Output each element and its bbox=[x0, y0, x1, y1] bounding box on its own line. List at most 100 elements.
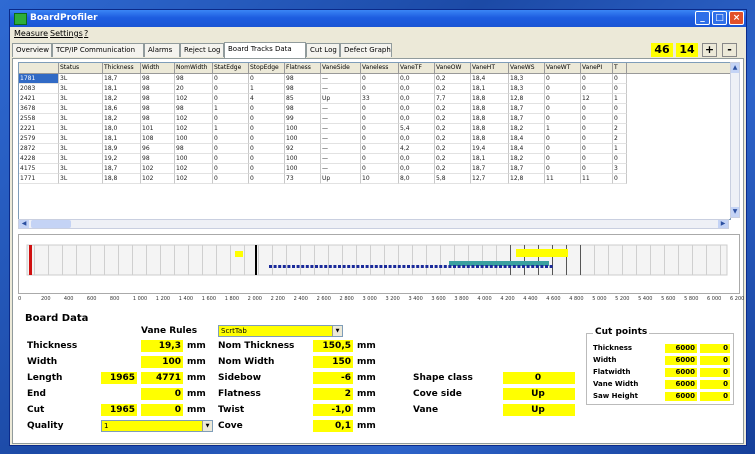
table-cell[interactable]: 100 bbox=[285, 124, 321, 134]
table-cell[interactable]: 0 bbox=[613, 154, 627, 164]
tab-defect-graph[interactable]: Defect Graph bbox=[340, 43, 392, 57]
table-cell[interactable]: 0 bbox=[249, 104, 285, 114]
table-cell[interactable]: 18,4 bbox=[509, 144, 545, 154]
tab-board-tracks-data[interactable]: Board Tracks Data bbox=[224, 42, 306, 58]
table-cell[interactable]: 98 bbox=[285, 74, 321, 84]
table-cell[interactable]: 0 bbox=[213, 134, 249, 144]
table-cell[interactable]: 0,0 bbox=[399, 104, 435, 114]
table-cell[interactable]: — bbox=[321, 154, 361, 164]
table-cell[interactable]: 10 bbox=[361, 174, 399, 184]
table-cell[interactable]: 98 bbox=[141, 74, 175, 84]
table-cell[interactable]: 0 bbox=[213, 94, 249, 104]
table-cell[interactable]: 0 bbox=[581, 164, 613, 174]
table-cell[interactable]: 1781 bbox=[19, 74, 59, 84]
table-cell[interactable]: 98 bbox=[175, 144, 213, 154]
table-cell[interactable]: 98 bbox=[175, 104, 213, 114]
table-cell[interactable]: 0,2 bbox=[435, 164, 471, 174]
table-cell[interactable]: 0 bbox=[213, 174, 249, 184]
table-cell[interactable]: — bbox=[321, 124, 361, 134]
table-cell[interactable]: 4,2 bbox=[399, 144, 435, 154]
minimize-button[interactable]: _ bbox=[695, 11, 710, 25]
grid-column-header[interactable]: VaneTF bbox=[399, 63, 435, 73]
table-cell[interactable]: 0 bbox=[581, 134, 613, 144]
table-cell[interactable]: 0 bbox=[545, 114, 581, 124]
table-cell[interactable]: 0 bbox=[249, 114, 285, 124]
table-cell[interactable]: 101 bbox=[141, 124, 175, 134]
table-cell[interactable]: 18,1 bbox=[103, 84, 141, 94]
table-cell[interactable]: 92 bbox=[285, 144, 321, 154]
table-cell[interactable]: 0 bbox=[545, 104, 581, 114]
table-cell[interactable]: 102 bbox=[175, 114, 213, 124]
table-cell[interactable]: 18,4 bbox=[471, 74, 509, 84]
table-cell[interactable]: — bbox=[321, 84, 361, 94]
table-cell[interactable]: 0 bbox=[581, 154, 613, 164]
grid-column-header[interactable]: T bbox=[613, 63, 627, 73]
table-cell[interactable]: 102 bbox=[141, 174, 175, 184]
table-cell[interactable]: 0 bbox=[361, 114, 399, 124]
board-tracks-grid[interactable]: Status Thickness Width NomWidth StatEdge Stop… bbox=[18, 62, 731, 220]
plus-button[interactable]: + bbox=[702, 43, 717, 57]
table-cell[interactable]: 2 bbox=[613, 124, 627, 134]
maximize-button[interactable]: □ bbox=[712, 11, 727, 25]
table-cell[interactable]: 2558 bbox=[19, 114, 59, 124]
close-button[interactable]: × bbox=[729, 11, 744, 25]
menu-help[interactable]: ? bbox=[84, 29, 88, 38]
table-cell[interactable]: 3L bbox=[59, 74, 103, 84]
table-cell[interactable]: 0 bbox=[249, 124, 285, 134]
table-cell[interactable]: 98 bbox=[141, 114, 175, 124]
table-cell[interactable]: 1 bbox=[613, 94, 627, 104]
menu-measure[interactable]: Measure bbox=[14, 29, 48, 38]
table-cell[interactable]: 0 bbox=[545, 144, 581, 154]
vane-rules-select[interactable]: ScrtTab ▼ bbox=[218, 325, 343, 337]
table-cell[interactable]: 98 bbox=[285, 84, 321, 94]
table-cell[interactable]: 18,9 bbox=[103, 144, 141, 154]
table-cell[interactable]: 18,8 bbox=[471, 94, 509, 104]
grid-column-header[interactable]: VaneWT bbox=[545, 63, 581, 73]
table-cell[interactable]: 102 bbox=[141, 164, 175, 174]
table-cell[interactable]: 0,2 bbox=[435, 154, 471, 164]
chevron-down-icon[interactable]: ▼ bbox=[332, 326, 342, 336]
table-cell[interactable]: 0 bbox=[361, 74, 399, 84]
table-cell[interactable]: 18,1 bbox=[103, 134, 141, 144]
table-cell[interactable]: 1 bbox=[249, 84, 285, 94]
table-cell[interactable]: 3L bbox=[59, 174, 103, 184]
table-cell[interactable]: 0 bbox=[581, 74, 613, 84]
table-cell[interactable]: 0 bbox=[581, 104, 613, 114]
table-cell[interactable]: 85 bbox=[285, 94, 321, 104]
scroll-down-icon[interactable]: ▼ bbox=[731, 207, 739, 217]
table-cell[interactable]: 0 bbox=[361, 84, 399, 94]
table-cell[interactable]: 12,8 bbox=[509, 174, 545, 184]
table-cell[interactable]: 96 bbox=[141, 144, 175, 154]
table-cell[interactable]: 4 bbox=[249, 94, 285, 104]
menu-settings[interactable]: Settings bbox=[50, 29, 83, 38]
table-cell[interactable]: 1 bbox=[213, 124, 249, 134]
tab-tcpip[interactable]: TCP/IP Communication bbox=[52, 43, 144, 57]
tab-overview[interactable]: Overview bbox=[12, 43, 52, 57]
table-cell[interactable]: 1 bbox=[213, 104, 249, 114]
table-cell[interactable]: Up bbox=[321, 174, 361, 184]
table-cell[interactable]: 0 bbox=[249, 174, 285, 184]
table-cell[interactable]: 18,7 bbox=[509, 114, 545, 124]
table-cell[interactable]: 102 bbox=[175, 164, 213, 174]
grid-column-header[interactable]: StatEdge bbox=[213, 63, 249, 73]
table-cell[interactable]: 98 bbox=[141, 104, 175, 114]
grid-column-header[interactable]: Flatness bbox=[285, 63, 321, 73]
table-cell[interactable]: 18,4 bbox=[509, 134, 545, 144]
table-cell[interactable]: 0 bbox=[361, 124, 399, 134]
table-cell[interactable]: — bbox=[321, 74, 361, 84]
table-cell[interactable]: 0 bbox=[545, 134, 581, 144]
grid-column-header[interactable]: Thickness bbox=[103, 63, 141, 73]
grid-column-header[interactable]: Vaneless bbox=[361, 63, 399, 73]
table-cell[interactable]: 108 bbox=[141, 134, 175, 144]
table-cell[interactable]: 1 bbox=[545, 124, 581, 134]
table-cell[interactable]: 3L bbox=[59, 104, 103, 114]
tab-alarms[interactable]: Alarms bbox=[144, 43, 180, 57]
table-cell[interactable]: 3L bbox=[59, 94, 103, 104]
table-cell[interactable]: 0,2 bbox=[435, 74, 471, 84]
table-cell[interactable]: 0 bbox=[545, 164, 581, 174]
table-cell[interactable]: — bbox=[321, 104, 361, 114]
tab-reject-log[interactable]: Reject Log bbox=[180, 43, 224, 57]
table-cell[interactable]: 18,0 bbox=[103, 124, 141, 134]
table-cell[interactable]: 8,0 bbox=[399, 174, 435, 184]
table-cell[interactable]: 100 bbox=[285, 164, 321, 174]
